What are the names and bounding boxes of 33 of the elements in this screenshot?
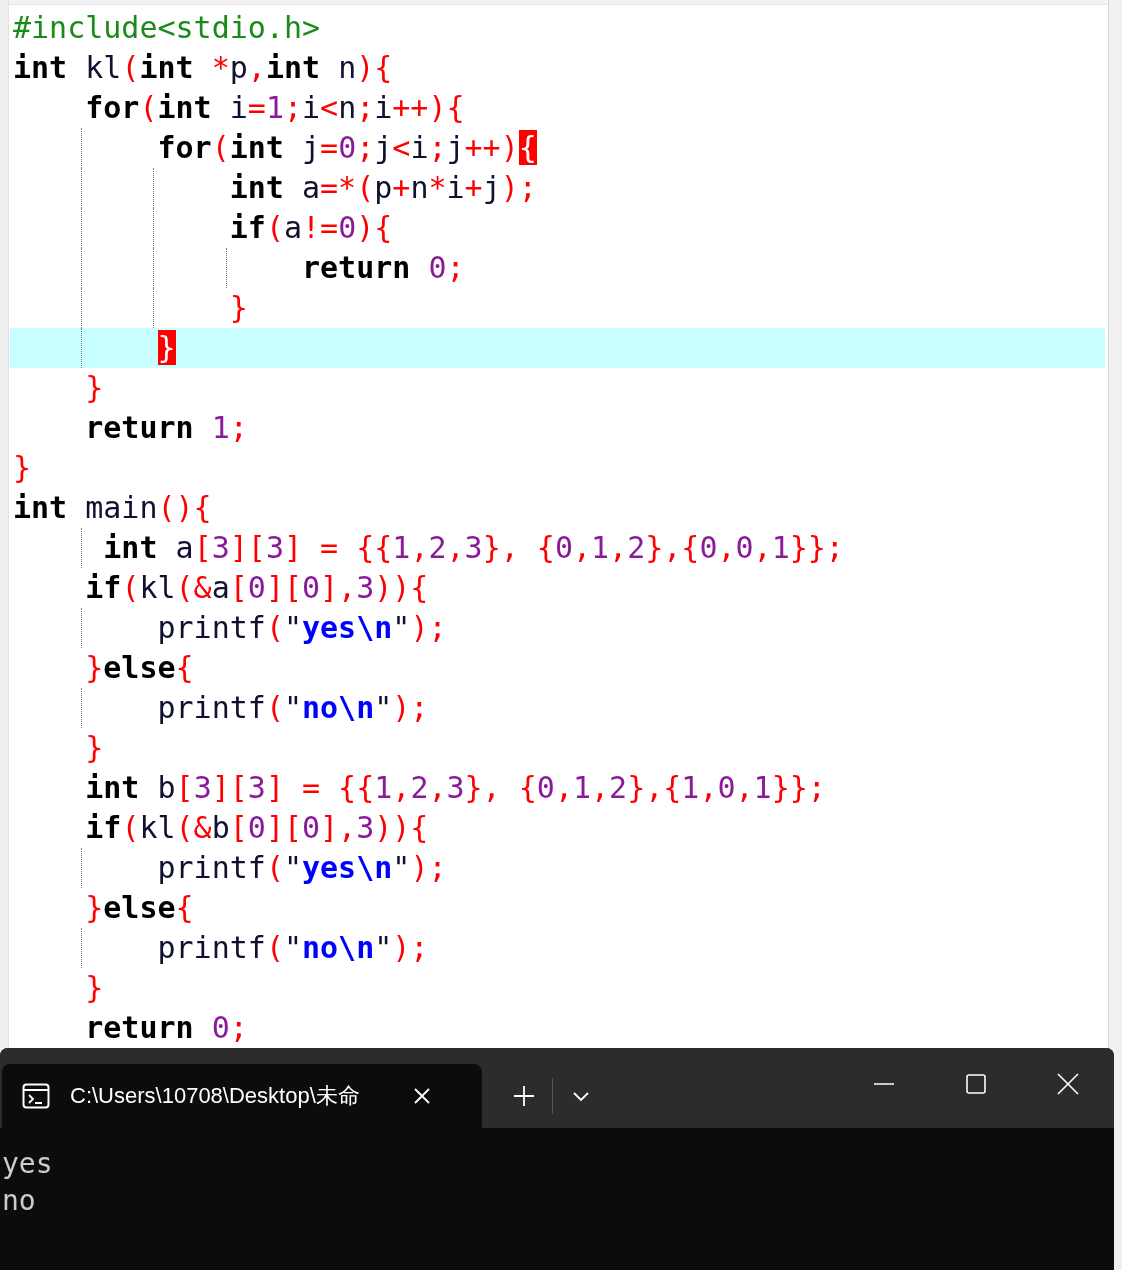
code-line: int kl(int *p,int n){: [12, 49, 394, 87]
maximize-icon: [966, 1074, 986, 1094]
code-line: return 0;: [84, 1009, 249, 1047]
code-line: #include<stdio.h>: [12, 9, 322, 47]
code-line: int main(){: [12, 489, 213, 527]
code-line: }else{: [84, 649, 195, 687]
code-line: int a[3][3] = {{1,2,3}, {0,1,2},{0,0,1}};: [10, 528, 1105, 568]
code-line: for(int i=1;i<n;i++){: [84, 89, 466, 127]
plus-icon: [513, 1085, 535, 1107]
code-line: if(kl(&b[0][0],3)){: [84, 809, 430, 847]
output-line: no: [2, 1183, 36, 1219]
code-line: printf("no\n");: [10, 688, 1105, 728]
output-line: yes: [2, 1146, 53, 1182]
code-line: if(a!=0){: [10, 208, 1105, 248]
code-line: }: [84, 969, 105, 1007]
code-line: return 0;: [10, 248, 1105, 288]
code-line: for(int j=0;j<i;j++){: [10, 128, 1105, 168]
code-line: }: [84, 729, 105, 767]
code-line: int a=*(p+n*i+j);: [10, 168, 1105, 208]
code-line: }: [12, 449, 33, 487]
code-line: if(kl(&a[0][0],3)){: [84, 569, 430, 607]
close-icon: [1057, 1073, 1079, 1095]
code-line: printf("yes\n");: [10, 848, 1105, 888]
code-line: int b[3][3] = {{1,2,3}, {0,1,2},{1,0,1}};: [84, 769, 827, 807]
close-icon: [413, 1087, 431, 1105]
chevron-down-icon: [572, 1090, 590, 1102]
code-line: printf("no\n");: [10, 928, 1105, 968]
code-line: }else{: [84, 889, 195, 927]
code-line: return 1;: [84, 409, 249, 447]
terminal-icon: [22, 1083, 50, 1109]
minimize-icon: [874, 1082, 894, 1086]
code-line: }: [84, 369, 105, 407]
code-line: printf("yes\n");: [10, 608, 1105, 648]
